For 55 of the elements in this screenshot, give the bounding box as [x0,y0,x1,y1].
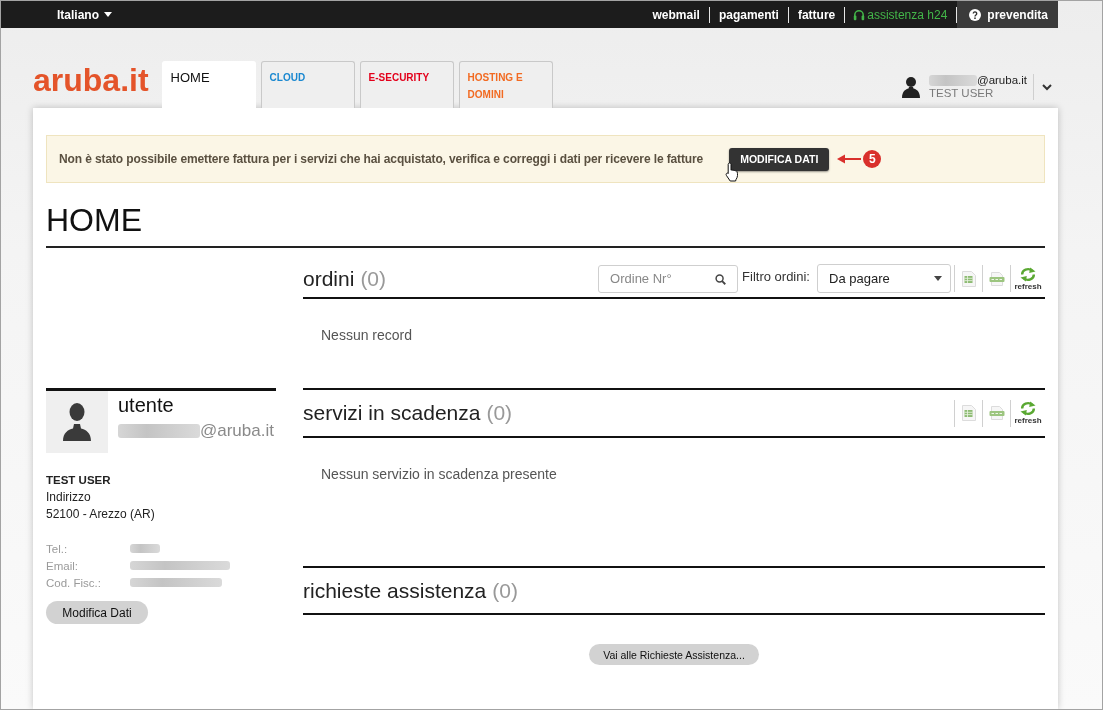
refresh-icon [1019,401,1037,416]
edit-data-button[interactable]: MODIFICA DATI [729,147,830,171]
section-count: (0) [486,401,513,425]
user-name: TEST USER [928,87,995,100]
refresh-button[interactable]: refresh [1014,401,1042,425]
top-link[interactable]: pagamenti [709,1,788,28]
contact-label: Tel.: [46,542,69,555]
caret-down-icon [934,276,942,281]
user-email: @aruba.it [976,74,1027,87]
edit-profile-button[interactable]: Modifica Dati [46,601,148,624]
profile-name: TEST USER [46,473,112,488]
arrow-left-icon [837,154,862,164]
contact-label: Email: [46,559,79,572]
spreadsheet-icon[interactable] [961,405,976,421]
chevron-down-icon[interactable] [1042,83,1052,91]
refresh-button[interactable]: refresh [1014,266,1042,291]
support-requests-button[interactable]: Vai alle Richieste Assistenza... [589,644,759,665]
support-link[interactable]: assistenza h24 [845,1,957,28]
nav-tab[interactable]: E-SECURITY [359,61,454,108]
presales-link[interactable]: prevendita [957,1,1058,28]
document-icon[interactable] [988,406,1005,420]
filter-label: Filtro ordini: [742,269,810,284]
address-line: 52100 - Arezzo (AR) [46,506,156,523]
document-icon[interactable] [988,271,1005,286]
refresh-icon [1019,266,1037,282]
blurred-text [928,75,977,86]
help-icon [969,8,982,21]
nav-tab[interactable]: HOME [161,61,256,108]
order-search-field[interactable]: Ordine Nr° [598,264,739,293]
empty-message: Nessun record [321,327,413,343]
empty-message: Nessun servizio in scadenza presente [321,466,557,482]
step-badge: 5 [863,150,882,168]
user-icon [900,76,921,98]
spreadsheet-icon[interactable] [961,270,976,287]
address-line: Indirizzo [46,489,92,506]
section-count: (0) [492,578,518,603]
section-count: (0) [360,266,387,291]
page-title: HOME [46,201,1045,248]
top-link[interactable]: fatture [788,1,845,28]
search-icon[interactable] [715,273,727,285]
section-title: ordini [303,266,355,291]
section-title: servizi in scadenza [303,401,481,425]
profile-title: utente [118,393,175,417]
order-filter-select[interactable]: Da pagare [817,264,951,293]
blurred-text [130,544,160,553]
section-title: richieste assistenza [303,578,487,603]
profile-email: @aruba.it [200,421,274,441]
language-selector[interactable]: Italiano [57,1,112,28]
top-link[interactable]: webmail [643,1,709,28]
avatar-icon [46,391,108,453]
headset-icon [853,8,866,21]
notice-message: Non è stato possibile emettere fattura per i servizi che hai acquistato, verifica e correggi i dati per ricevere le fatture [59,152,704,166]
hand-cursor-icon [725,161,740,182]
contact-label: Cod. Fisc.: [46,576,102,589]
caret-down-icon [104,12,112,17]
